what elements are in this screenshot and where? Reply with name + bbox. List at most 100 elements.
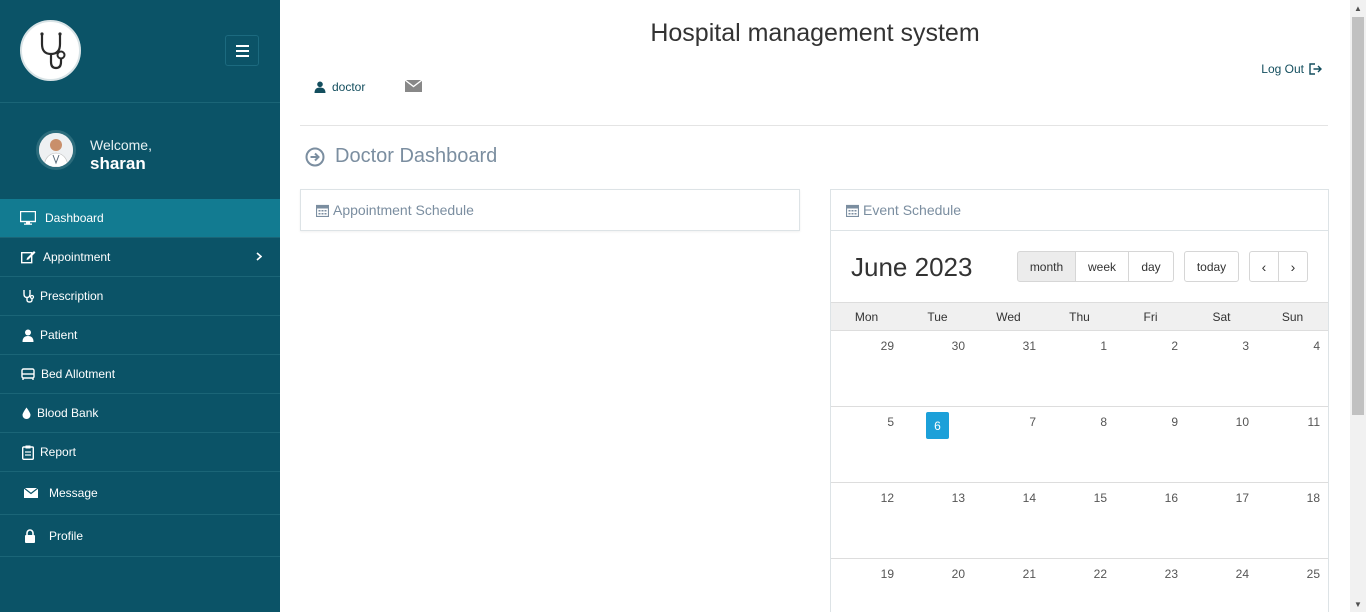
calendar-day-cell[interactable]: 23 [1115, 559, 1186, 612]
logout-label: Log Out [1261, 62, 1304, 76]
weekday-label: Wed [996, 309, 1021, 324]
user-role-label: doctor [332, 80, 366, 94]
calendar-day-cell[interactable]: 8 [1044, 407, 1115, 482]
day-number: 20 [951, 567, 965, 581]
calendar-title: June 2023 [851, 252, 973, 282]
calendar-day-cell[interactable]: 15 [1044, 483, 1115, 558]
calendar-today-group: today [1184, 251, 1239, 282]
sidebar-item-dashboard[interactable]: Dashboard [0, 199, 280, 238]
sidebar-nav: Dashboard Appointment Prescription Patie… [0, 199, 280, 557]
calendar-day-cell[interactable]: 4 [1257, 331, 1328, 406]
messages-link[interactable] [404, 79, 423, 97]
calendar-day-cell[interactable]: 6 [902, 407, 973, 482]
day-number: 25 [1306, 567, 1320, 581]
sidebar-item-prescription[interactable]: Prescription [0, 277, 280, 316]
envelope-icon [404, 79, 423, 92]
user-icon [314, 81, 326, 93]
calendar-nav-group: ‹ › [1249, 251, 1308, 282]
event-schedule-panel: Event Schedule June 2023 month week day … [830, 189, 1329, 612]
day-number: 29 [880, 339, 894, 353]
sidebar-item-blood-bank[interactable]: Blood Bank [0, 394, 280, 433]
calendar-day-cell[interactable]: 9 [1115, 407, 1186, 482]
day-number: 21 [1022, 567, 1036, 581]
day-number: 8 [1100, 415, 1107, 429]
clipboard-icon [20, 444, 36, 460]
calendar-body: 29 30 31 1 2 3 4 5 6 7 8 9 10 11 12 13 14 15 16 17 18 19 20 21 2… [831, 331, 1328, 612]
day-number: 5 [887, 415, 894, 429]
sidebar-item-label: Blood Bank [37, 406, 99, 420]
calendar-grid: Mon Tue Wed Thu Fri Sat Sun 29 30 31 1 2 3 4 5 6 7 8 9 10 1… [831, 302, 1328, 612]
menu-toggle-button[interactable] [225, 35, 259, 66]
day-number: 19 [880, 567, 894, 581]
weekday-label: Mon [854, 309, 879, 324]
calendar-day-cell[interactable]: 29 [831, 331, 902, 406]
sidebar-item-profile[interactable]: Profile [0, 515, 280, 557]
calendar-day-cell[interactable]: 1 [1044, 331, 1115, 406]
calendar-week-row: 19 20 21 22 23 24 25 [831, 559, 1328, 612]
today-button[interactable]: today [1184, 251, 1239, 282]
calendar-day-cell[interactable]: 14 [973, 483, 1044, 558]
prev-month-button[interactable]: ‹ [1249, 251, 1279, 282]
calendar-day-cell[interactable]: 17 [1186, 483, 1257, 558]
calendar-day-cell[interactable]: 24 [1186, 559, 1257, 612]
bed-icon [20, 366, 36, 382]
day-number: 30 [951, 339, 965, 353]
app-title: Hospital management system [650, 19, 980, 47]
sidebar-item-bed-allotment[interactable]: Bed Allotment [0, 355, 280, 394]
calendar-day-cell[interactable]: 20 [902, 559, 973, 612]
day-number: 1 [1100, 339, 1107, 353]
calendar-day-cell[interactable]: 3 [1186, 331, 1257, 406]
day-number: 15 [1093, 491, 1107, 505]
calendar-icon [846, 204, 859, 217]
calendar-day-cell[interactable]: 5 [831, 407, 902, 482]
page-scrollbar[interactable]: ▲ ▼ [1350, 0, 1366, 612]
sidebar-item-label: Prescription [40, 289, 104, 303]
header-divider [300, 125, 1328, 126]
logout-link[interactable]: Log Out [1261, 62, 1322, 76]
scroll-down-arrow-icon[interactable]: ▼ [1350, 596, 1366, 612]
sidebar-item-message[interactable]: Message [0, 472, 280, 515]
week-view-button[interactable]: week [1076, 251, 1129, 282]
next-month-button[interactable]: › [1279, 251, 1308, 282]
user-profile-block: Welcome, sharan [0, 103, 280, 199]
calendar-day-cell[interactable]: 13 [902, 483, 973, 558]
username: sharan [90, 154, 146, 173]
user-icon [20, 327, 36, 343]
calendar-day-cell[interactable]: 18 [1257, 483, 1328, 558]
chevron-right-icon [256, 250, 263, 264]
weekday-label: Sun [1281, 309, 1304, 324]
panel-title: Event Schedule [863, 202, 962, 218]
calendar-day-cell[interactable]: 10 [1186, 407, 1257, 482]
calendar-day-cell[interactable]: 25 [1257, 559, 1328, 612]
calendar-day-cell[interactable]: 16 [1115, 483, 1186, 558]
sidebar-item-appointment[interactable]: Appointment [0, 238, 280, 277]
scroll-up-arrow-icon[interactable]: ▲ [1350, 0, 1366, 16]
sidebar-item-patient[interactable]: Patient [0, 316, 280, 355]
sidebar-item-report[interactable]: Report [0, 433, 280, 472]
day-view-button[interactable]: day [1129, 251, 1174, 282]
scrollbar-thumb[interactable] [1352, 17, 1364, 415]
sidebar-item-label: Profile [49, 528, 84, 543]
month-view-button[interactable]: month [1017, 251, 1076, 282]
day-number: 31 [1022, 339, 1036, 353]
calendar-day-cell[interactable]: 2 [1115, 331, 1186, 406]
weekday-label: Fri [1143, 309, 1158, 324]
calendar-day-cell[interactable]: 21 [973, 559, 1044, 612]
sidebar-item-label: Patient [40, 328, 78, 342]
sidebar: Welcome, sharan Dashboard Appointment Pr… [0, 0, 280, 612]
day-number: 4 [1313, 339, 1320, 353]
day-number: 12 [880, 491, 894, 505]
hamburger-icon [235, 44, 249, 47]
day-number: 10 [1235, 415, 1249, 429]
calendar-day-cell[interactable]: 12 [831, 483, 902, 558]
calendar-day-cell[interactable]: 31 [973, 331, 1044, 406]
page-title: Doctor Dashboard [305, 145, 497, 168]
calendar-day-cell[interactable]: 7 [973, 407, 1044, 482]
day-number: 9 [1171, 415, 1178, 429]
calendar-day-cell[interactable]: 11 [1257, 407, 1328, 482]
calendar-day-cell[interactable]: 30 [902, 331, 973, 406]
user-menu-link[interactable]: doctor [314, 80, 365, 94]
calendar-day-cell[interactable]: 19 [831, 559, 902, 612]
calendar-day-cell[interactable]: 22 [1044, 559, 1115, 612]
sidebar-item-label: Bed Allotment [41, 367, 116, 381]
